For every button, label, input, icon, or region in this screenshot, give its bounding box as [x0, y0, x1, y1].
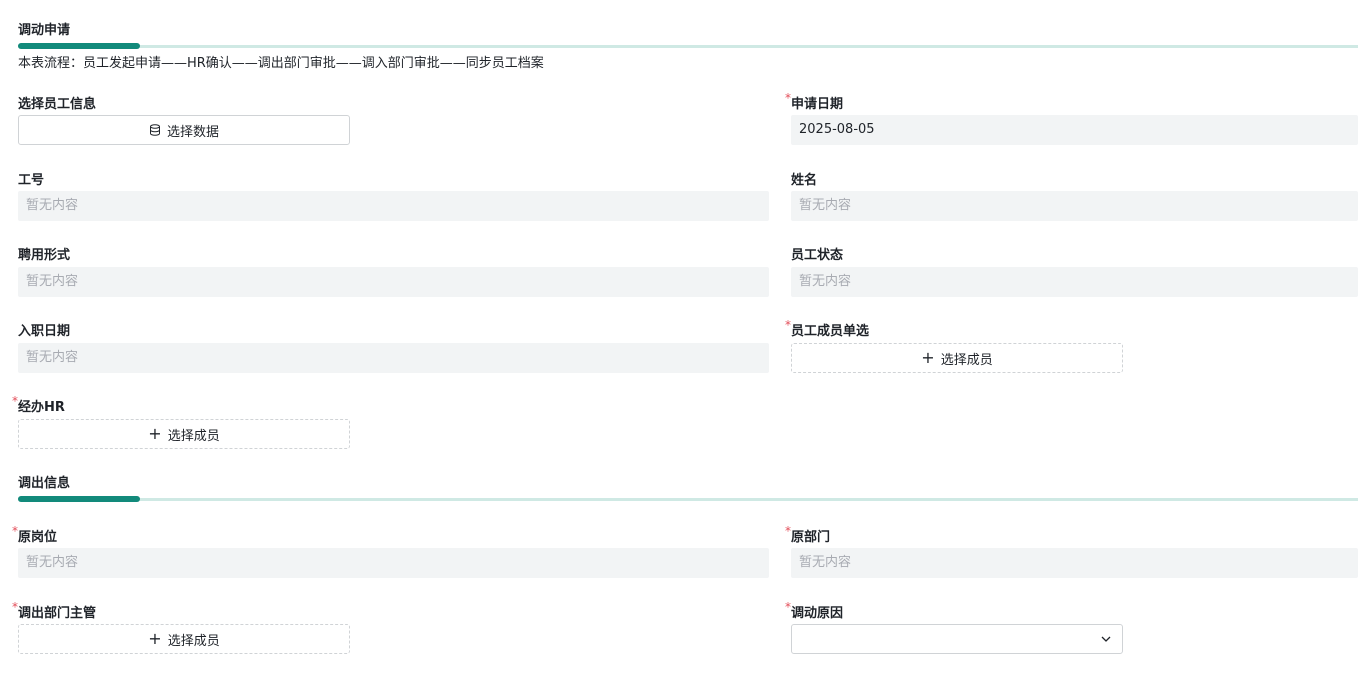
plus-icon: +: [921, 348, 935, 367]
plus-icon: +: [148, 629, 162, 648]
name-label: 姓名: [791, 173, 818, 188]
select-manager-button[interactable]: + 选择成员: [18, 624, 350, 654]
section-title-transfer-application: 调动申请: [18, 23, 71, 38]
name-field: 暂无内容: [791, 191, 1358, 221]
select-data-button[interactable]: 选择数据: [18, 115, 350, 145]
employment-type-field: 暂无内容: [18, 267, 769, 297]
process-description: 本表流程：员工发起申请——HR确认——调出部门审批——调入部门审批——同步员工档…: [18, 56, 544, 71]
hire-date-field: 暂无内容: [18, 343, 769, 373]
select-data-button-label: 选择数据: [166, 124, 219, 140]
select-employee-label: 选择员工信息: [18, 97, 97, 112]
required-mark: *: [12, 524, 18, 538]
required-mark: *: [785, 600, 791, 614]
database-icon: [149, 124, 161, 136]
required-mark: *: [785, 524, 791, 538]
original-department-label: * 原部门: [785, 524, 831, 545]
required-mark: *: [785, 91, 791, 105]
transfer-reason-label: * 调动原因: [785, 600, 844, 621]
member-single-label: * 员工成员单选: [785, 318, 870, 339]
handling-hr-label: * 经办HR: [12, 394, 65, 415]
employment-type-label: 聘用形式: [18, 248, 71, 263]
select-hr-button-label: 选择成员: [167, 428, 220, 444]
select-member-button-label: 选择成员: [940, 352, 993, 368]
select-manager-button-label: 选择成员: [167, 633, 220, 649]
employee-status-field: 暂无内容: [791, 267, 1358, 297]
original-position-label: * 原岗位: [12, 524, 58, 545]
employee-no-label: 工号: [18, 173, 45, 188]
apply-date-label: * 申请日期: [785, 91, 844, 112]
out-manager-label: * 调出部门主管: [12, 600, 97, 621]
required-mark: *: [785, 318, 791, 332]
employee-no-field: 暂无内容: [18, 191, 769, 221]
section-divider: [18, 43, 1358, 49]
select-hr-button[interactable]: + 选择成员: [18, 419, 350, 449]
employee-status-label: 员工状态: [791, 248, 844, 263]
plus-icon: +: [148, 424, 162, 443]
transfer-reason-select[interactable]: [791, 624, 1123, 654]
required-mark: *: [12, 394, 18, 408]
select-member-button[interactable]: + 选择成员: [791, 343, 1123, 373]
hire-date-label: 入职日期: [18, 324, 71, 339]
apply-date-field[interactable]: 2025-08-05: [791, 115, 1358, 145]
section-title-transfer-out: 调出信息: [18, 476, 71, 491]
chevron-down-icon: [1100, 633, 1112, 649]
original-department-field: 暂无内容: [791, 548, 1358, 578]
required-mark: *: [12, 600, 18, 614]
section-divider-accent: [18, 43, 140, 49]
section-divider: [18, 496, 1358, 502]
section-divider-accent: [18, 496, 140, 502]
original-position-field: 暂无内容: [18, 548, 769, 578]
